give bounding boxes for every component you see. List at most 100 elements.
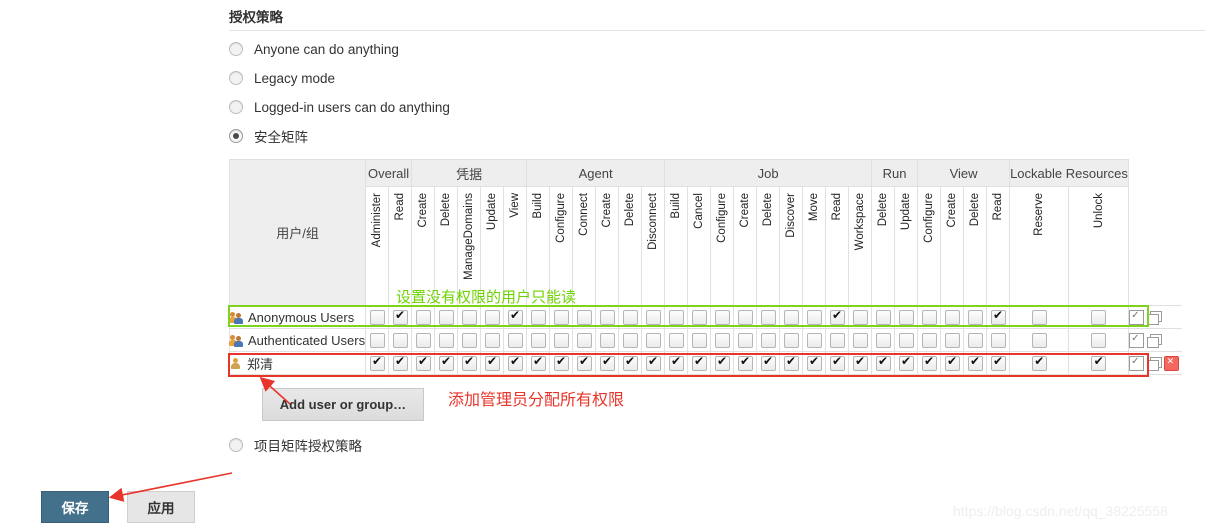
add-user-or-group-button[interactable]: Add user or group…	[262, 388, 424, 421]
permission-cell[interactable]	[1068, 305, 1129, 329]
permission-checkbox[interactable]	[737, 310, 753, 326]
permission-cell[interactable]	[457, 351, 482, 375]
permission-checkbox[interactable]	[622, 333, 638, 349]
permission-checkbox[interactable]	[369, 333, 385, 349]
permission-checkbox[interactable]	[714, 310, 730, 326]
permission-checkbox[interactable]	[369, 310, 385, 326]
permission-cell[interactable]	[549, 351, 574, 375]
copy-icon[interactable]	[1146, 311, 1162, 326]
permission-checkbox[interactable]	[576, 310, 592, 326]
permission-cell[interactable]	[779, 328, 804, 352]
permission-cell[interactable]	[894, 328, 919, 352]
permission-cell[interactable]	[894, 305, 919, 329]
permission-checkbox[interactable]	[990, 354, 1006, 372]
permission-checkbox[interactable]	[599, 310, 615, 326]
permission-cell[interactable]	[411, 305, 436, 329]
permission-checkbox[interactable]	[691, 310, 707, 326]
permission-checkbox[interactable]	[714, 333, 730, 349]
permission-checkbox[interactable]	[484, 310, 500, 326]
permission-cell[interactable]	[641, 351, 666, 375]
permission-cell[interactable]	[871, 351, 896, 375]
strategy-option-project-matrix[interactable]: 项目矩阵授权策略	[229, 435, 362, 455]
permission-cell[interactable]	[1009, 305, 1070, 329]
permission-checkbox[interactable]	[691, 354, 707, 372]
permission-cell[interactable]	[733, 305, 758, 329]
permission-cell[interactable]	[365, 328, 390, 352]
permission-cell[interactable]	[388, 328, 413, 352]
permission-cell[interactable]	[595, 351, 620, 375]
permission-checkbox[interactable]	[806, 333, 822, 349]
permission-cell[interactable]	[664, 305, 689, 329]
permission-checkbox[interactable]	[392, 354, 408, 372]
permission-checkbox[interactable]	[1031, 354, 1047, 372]
permission-cell[interactable]	[871, 328, 896, 352]
permission-checkbox[interactable]	[760, 354, 776, 372]
permission-checkbox[interactable]	[415, 354, 431, 372]
permission-checkbox[interactable]	[875, 354, 891, 372]
permission-checkbox[interactable]	[967, 333, 983, 349]
permission-cell[interactable]	[572, 328, 597, 352]
permission-checkbox[interactable]	[829, 308, 845, 326]
permission-checkbox[interactable]	[553, 310, 569, 326]
permission-checkbox[interactable]	[576, 333, 592, 349]
permission-cell[interactable]	[779, 305, 804, 329]
permission-cell[interactable]	[664, 351, 689, 375]
permission-cell[interactable]	[1009, 328, 1070, 352]
permission-checkbox[interactable]	[875, 333, 891, 349]
permission-cell[interactable]	[733, 351, 758, 375]
permission-checkbox[interactable]	[921, 310, 937, 326]
permission-checkbox[interactable]	[461, 333, 477, 349]
permission-cell[interactable]	[503, 305, 528, 329]
permission-checkbox[interactable]	[714, 354, 730, 372]
permission-checkbox[interactable]	[1091, 333, 1107, 349]
permission-cell[interactable]	[434, 328, 459, 352]
permission-checkbox[interactable]	[829, 354, 845, 372]
permission-cell[interactable]	[687, 328, 712, 352]
permission-checkbox[interactable]	[599, 333, 615, 349]
select-all-icon[interactable]	[1128, 308, 1144, 326]
permission-checkbox[interactable]	[1091, 310, 1107, 326]
permission-checkbox[interactable]	[438, 333, 454, 349]
permission-checkbox[interactable]	[438, 354, 454, 372]
permission-cell[interactable]	[848, 351, 873, 375]
permission-cell[interactable]	[526, 328, 551, 352]
permission-checkbox[interactable]	[668, 354, 684, 372]
permission-cell[interactable]	[480, 351, 505, 375]
permission-checkbox[interactable]	[392, 308, 408, 326]
permission-checkbox[interactable]	[806, 310, 822, 326]
permission-checkbox[interactable]	[484, 333, 500, 349]
permission-cell[interactable]	[595, 328, 620, 352]
permission-checkbox[interactable]	[507, 308, 523, 326]
permission-checkbox[interactable]	[691, 333, 707, 349]
radio-legacy[interactable]	[229, 71, 243, 85]
permission-checkbox[interactable]	[530, 354, 546, 372]
permission-checkbox[interactable]	[622, 310, 638, 326]
permission-checkbox[interactable]	[944, 354, 960, 372]
permission-cell[interactable]	[710, 351, 735, 375]
permission-cell[interactable]	[986, 328, 1011, 352]
permission-cell[interactable]	[802, 328, 827, 352]
permission-checkbox[interactable]	[990, 308, 1006, 326]
permission-cell[interactable]	[457, 305, 482, 329]
permission-checkbox[interactable]	[898, 310, 914, 326]
radio-project-matrix[interactable]	[229, 438, 243, 452]
permission-cell[interactable]	[871, 305, 896, 329]
permission-checkbox[interactable]	[369, 354, 385, 372]
permission-cell[interactable]	[802, 351, 827, 375]
permission-cell[interactable]	[1068, 328, 1129, 352]
permission-checkbox[interactable]	[461, 310, 477, 326]
permission-cell[interactable]	[457, 328, 482, 352]
permission-cell[interactable]	[917, 351, 942, 375]
permission-checkbox[interactable]	[645, 354, 661, 372]
permission-cell[interactable]	[687, 305, 712, 329]
permission-checkbox[interactable]	[852, 333, 868, 349]
permission-cell[interactable]	[733, 328, 758, 352]
permission-cell[interactable]	[365, 351, 390, 375]
permission-cell[interactable]	[365, 305, 390, 329]
permission-cell[interactable]	[595, 305, 620, 329]
permission-checkbox[interactable]	[599, 354, 615, 372]
permission-checkbox[interactable]	[1031, 310, 1047, 326]
permission-cell[interactable]	[526, 351, 551, 375]
permission-checkbox[interactable]	[645, 310, 661, 326]
permission-checkbox[interactable]	[898, 333, 914, 349]
